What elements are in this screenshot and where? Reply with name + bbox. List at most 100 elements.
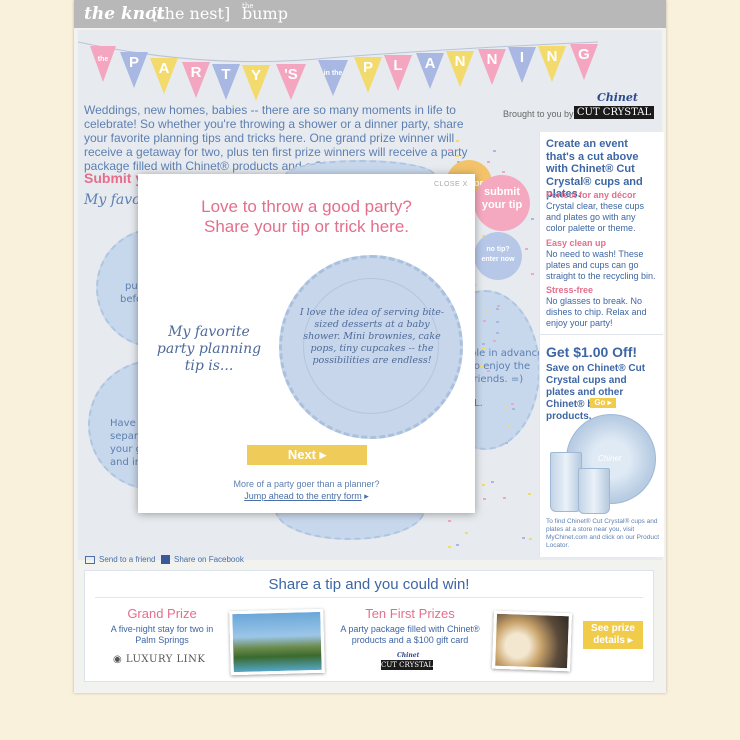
party-package-photo	[492, 610, 572, 672]
bunting-letter: A	[159, 60, 170, 77]
bunting-letter: A	[425, 55, 436, 72]
product-locator-note: To find Chinet® Cut Crystal® cups and pl…	[546, 518, 660, 549]
confetti-piece	[493, 340, 496, 342]
favorite-heading: My favo	[84, 192, 141, 208]
chinet-small-logo: Chinet	[397, 652, 420, 659]
cut-crystal-product-image: Chinet	[546, 412, 658, 516]
bunting-letter: N	[455, 53, 466, 70]
share-facebook-link[interactable]: Share on Facebook	[161, 555, 244, 565]
sidebar-item-body: No need to wash! These plates and cups c…	[546, 249, 656, 281]
confetti-piece	[485, 310, 488, 312]
confetti-piece	[487, 161, 490, 163]
confetti-piece	[482, 484, 485, 486]
grand-prize-title: Grand Prize	[127, 606, 197, 621]
confetti-piece	[505, 405, 508, 407]
bunting-letter: P	[129, 54, 139, 71]
bunting-letter: G	[578, 46, 590, 63]
submit-tip-bubble[interactable]: submit your tip	[474, 175, 530, 231]
confetti-piece	[503, 497, 506, 499]
sidebar-divider	[539, 334, 663, 335]
sidebar-item-heading: Easy clean up	[546, 238, 607, 248]
cut-crystal-logo[interactable]: CUT CRYSTAL	[574, 106, 654, 119]
palm-springs-photo	[229, 608, 325, 676]
confetti-piece	[483, 498, 486, 500]
confetti-piece	[465, 532, 468, 534]
confetti-piece	[522, 537, 525, 539]
confetti-piece	[483, 320, 486, 322]
confetti-piece	[456, 155, 459, 157]
confetti-piece	[497, 305, 500, 307]
confetti-piece	[487, 370, 490, 372]
confetti-piece	[502, 171, 505, 173]
confetti-piece	[505, 442, 508, 444]
brought-to-you-label: Brought to you by	[503, 109, 574, 119]
confetti-piece	[482, 343, 485, 345]
tip-prompt-label: My favorite party planning tip is...	[156, 324, 262, 374]
network-nav-bar: the knot [the nest] the bump	[74, 0, 666, 28]
confetti-piece	[531, 218, 534, 220]
the-nest-logo[interactable]: [the nest]	[152, 4, 230, 23]
facebook-icon	[161, 555, 170, 565]
sidebar-item-body: No glasses to break. No dishes to chip. …	[546, 296, 647, 328]
confetti-piece	[448, 520, 451, 522]
chinet-logo: Chinet	[597, 91, 639, 104]
sidebar-item-body: Crystal clear, these cups and plates go …	[546, 201, 645, 233]
confetti-piece	[525, 248, 528, 250]
confetti-piece	[507, 426, 510, 428]
coupon-go-button[interactable]: Go ▸	[590, 398, 616, 408]
tip-text-field[interactable]: I love the idea of serving bite-sized de…	[299, 307, 445, 367]
jump-to-entry-link[interactable]: Jump ahead to the entry form ▸	[140, 491, 473, 502]
bunting-letter: 'S	[284, 66, 298, 83]
prize-panel-title: Share a tip and you could win!	[268, 576, 470, 593]
luxury-link-logo: ◉ LUXURY LINK	[113, 654, 206, 665]
confetti-piece	[528, 493, 531, 495]
sidebar-item-heading: Perfect for any décor	[546, 190, 637, 200]
first-prizes-text: A party package filled with Chinet® prod…	[340, 624, 480, 645]
bunting-flag	[318, 60, 348, 96]
planner-question: More of a party goer than a planner?	[233, 479, 380, 489]
confetti-piece	[448, 149, 451, 151]
modal-title-line: Love to throw a good party?	[201, 197, 412, 216]
send-to-friend-link[interactable]: Send to a friend	[85, 555, 155, 564]
bunting-letter: T	[221, 66, 230, 83]
confetti-piece	[448, 546, 451, 548]
confetti-piece	[456, 140, 459, 142]
bunting-letter: N	[547, 48, 558, 65]
intro-text: Weddings, new homes, babies -- there are…	[84, 103, 468, 173]
modal-title: Love to throw a good party? Share your t…	[140, 197, 473, 237]
plate-text: and in	[110, 457, 142, 468]
bunting-letter: Y	[251, 67, 261, 84]
confetti-piece	[512, 408, 515, 410]
bunting-letter: in the	[324, 70, 343, 77]
the-bump-logo[interactable]: bump	[242, 4, 288, 23]
cut-crystal-small-logo: CUT CRYSTAL	[381, 660, 433, 670]
confetti-piece	[511, 403, 514, 405]
bunting-letter: N	[487, 51, 498, 68]
luxury-link-text: LUXURY LINK	[125, 654, 206, 665]
confetti-piece	[480, 366, 483, 368]
bunting-banner: the P A R T Y 'S in the P L A N N I N G	[78, 41, 598, 101]
bunting-letter: L	[393, 57, 402, 74]
close-button[interactable]: CLOSE X	[434, 181, 468, 188]
product-cup	[578, 468, 610, 514]
next-button[interactable]: Next ▸	[247, 445, 367, 465]
confetti-piece	[496, 321, 499, 323]
bunting-flag	[90, 46, 116, 82]
product-label: Chinet	[598, 454, 622, 463]
prize-divider	[95, 597, 643, 598]
sidebar-item-heading: Stress-free	[546, 285, 594, 295]
confetti-piece	[456, 544, 459, 546]
first-prizes-title: Ten First Prizes	[365, 606, 455, 621]
bunting-letter: I	[520, 49, 524, 66]
envelope-icon	[85, 555, 95, 564]
confetti-piece	[482, 348, 485, 350]
modal-title-line: Share your tip or trick here.	[203, 217, 410, 236]
bunting-letter: R	[191, 64, 202, 81]
confetti-piece	[529, 538, 532, 540]
confetti-piece	[496, 332, 499, 334]
see-prize-details-button[interactable]: See prize details ▸	[583, 621, 643, 649]
submit-heading: Submit y	[84, 170, 144, 186]
confetti-piece	[496, 308, 499, 310]
coupon-title: Get $1.00 Off!	[546, 344, 638, 360]
no-tip-enter-bubble[interactable]: no tip? enter now	[474, 232, 522, 280]
